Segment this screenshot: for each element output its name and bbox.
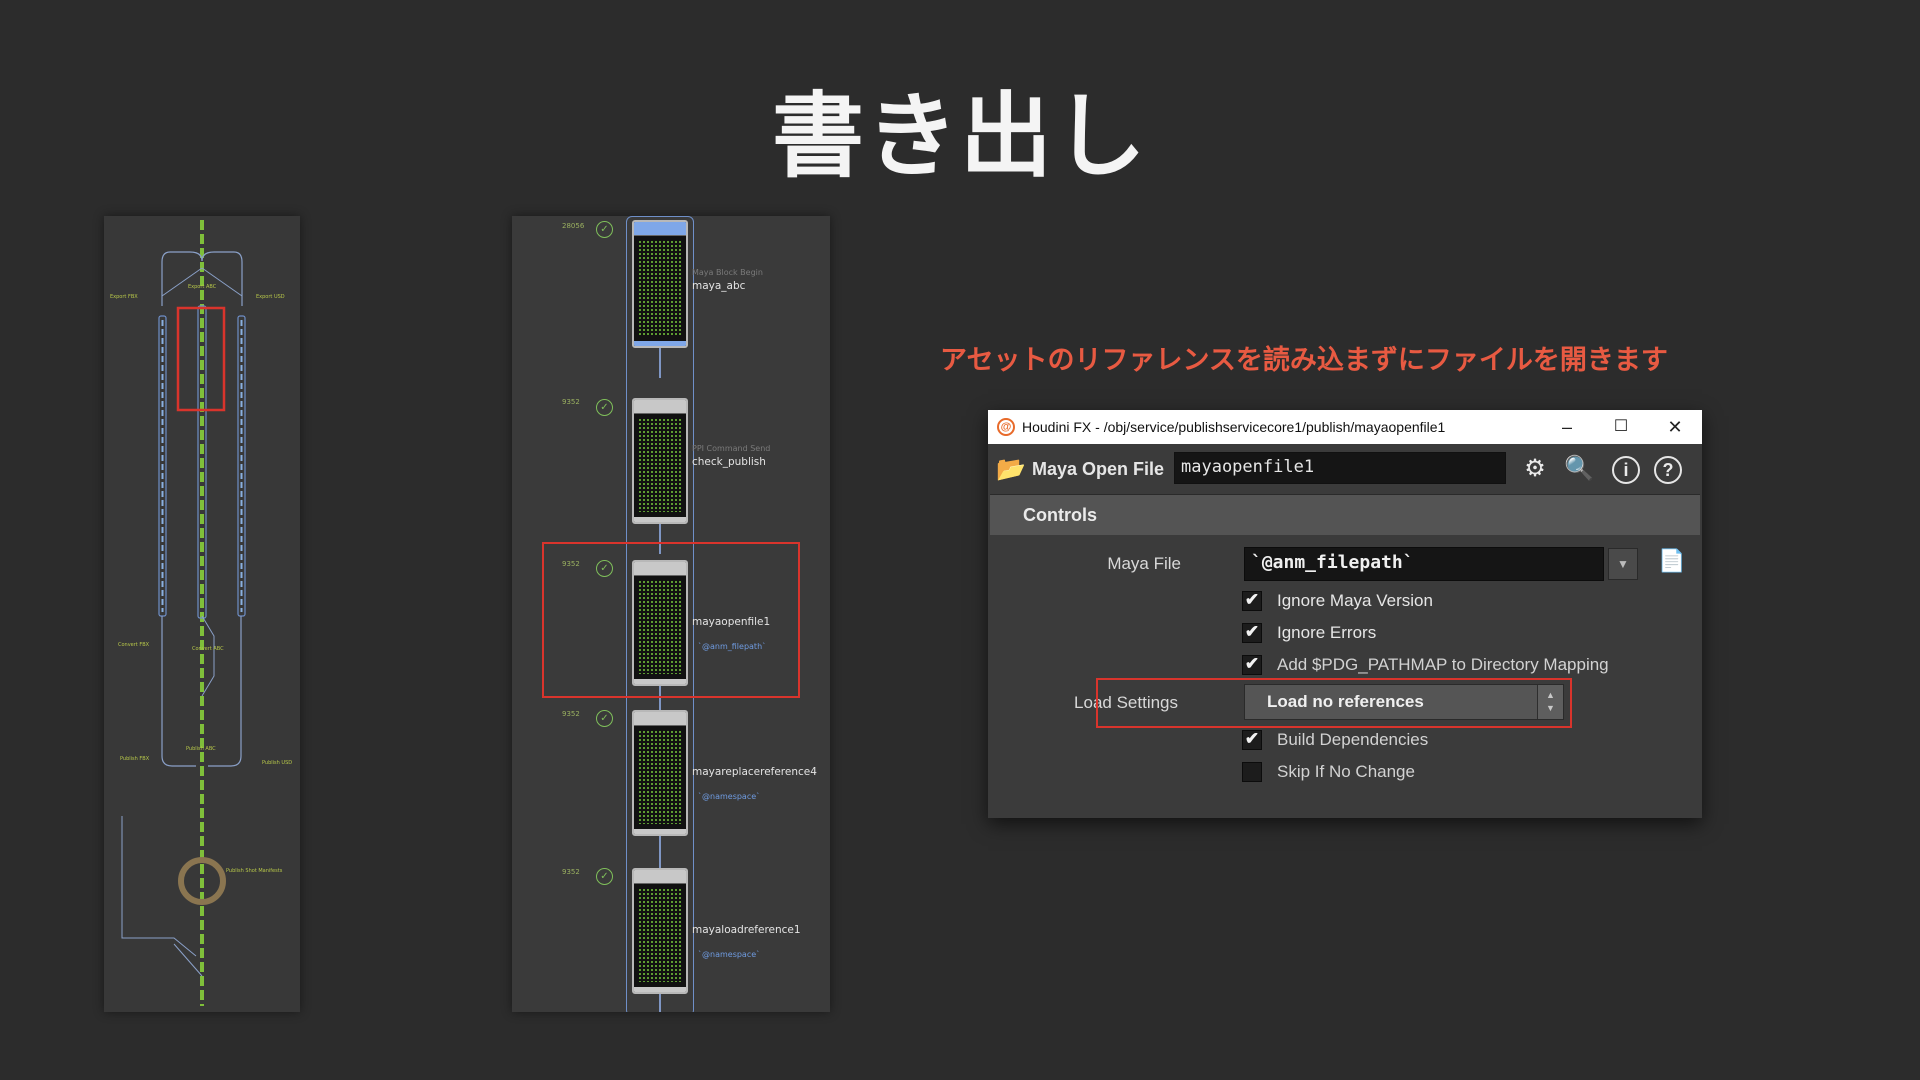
overview-branch-right — [201, 251, 243, 306]
houdini-app-icon: @ — [997, 418, 1015, 436]
node-name-label: maya_abc — [692, 280, 746, 292]
network-overview: Export FBX Export ABC Export USD Convert… — [104, 216, 300, 1012]
node-type-label: PPI Command Send — [692, 444, 771, 453]
checkbox-label: Skip If No Change — [1277, 762, 1415, 781]
overview-label-convert-abc: Convert ABC — [192, 646, 224, 652]
node-wire — [659, 348, 661, 378]
overview-label-publish-usd: Publish USD — [262, 760, 293, 766]
open-folder-icon: 📂 — [996, 455, 1026, 483]
node-check-publish[interactable] — [632, 398, 688, 524]
close-button[interactable]: ✕ — [1648, 410, 1702, 444]
overview-label-publish-shot-manifests: Publish Shot Manifests — [226, 868, 283, 874]
controls-section-header[interactable]: Controls — [990, 494, 1700, 535]
checkbox-label: Ignore Maya Version — [1277, 591, 1433, 610]
file-chooser-icon[interactable]: 📄 — [1658, 548, 1685, 578]
checkbox-build-dependencies[interactable]: ✔ Build Dependencies — [1242, 730, 1428, 750]
maya-file-label: Maya File — [1107, 554, 1181, 573]
checkbox-ignore-maya-version-box[interactable]: ✔ — [1242, 591, 1262, 611]
maya-file-menu-button[interactable]: ▼ — [1608, 548, 1638, 580]
node-chain-view: 28056 ✓ Maya Block Begin maya_abc 9352 ✓… — [512, 216, 830, 1012]
node-expression-label: `@namespace` — [698, 950, 761, 959]
node-work-item-count: 9352 — [562, 868, 580, 876]
parameter-toolbar: 📂 Maya Open File mayaopenfile1 ⚙ 🔍 i ? — [988, 444, 1702, 494]
overview-label-convert-fbx: Convert FBX — [118, 642, 150, 648]
node-mayareplacereference4[interactable] — [632, 710, 688, 836]
node-work-item-count: 9352 — [562, 398, 580, 406]
node-name-label: mayaloadreference1 — [692, 924, 801, 936]
node-work-item-count: 9352 — [562, 710, 580, 718]
node-cooked-check-icon: ✓ — [596, 868, 613, 885]
node-maya-abc[interactable] — [632, 220, 688, 348]
node-type-label: Maya Open File — [1032, 458, 1165, 479]
overview-label-export-usd: Export USD — [256, 294, 285, 300]
maximize-button[interactable]: ☐ — [1594, 410, 1648, 444]
checkbox-build-dependencies-box[interactable]: ✔ — [1242, 730, 1262, 750]
checkbox-pdg-pathmap-box[interactable]: ✔ — [1242, 655, 1262, 675]
node-cooked-check-icon: ✓ — [596, 710, 613, 727]
node-expression-label: `@namespace` — [698, 792, 761, 801]
overview-label-publish-fbx: Publish FBX — [120, 756, 150, 762]
overview-branch-left — [161, 251, 203, 306]
checkbox-label: Build Dependencies — [1277, 730, 1429, 749]
overview-label-export-abc: Export ABC — [188, 284, 217, 290]
network-overview-graph — [121, 220, 246, 1006]
checkbox-ignore-errors-box[interactable]: ✔ — [1242, 623, 1262, 643]
gear-icon[interactable]: ⚙ — [1520, 454, 1550, 484]
window-titlebar[interactable]: @ Houdini FX - /obj/service/publishservi… — [988, 410, 1702, 444]
slide-caption: アセットのリファレンスを読み込まずにファイルを開きます — [940, 345, 1668, 376]
checkbox-skip-if-no-change[interactable]: Skip If No Change — [1242, 762, 1415, 782]
node-wire — [659, 994, 661, 1012]
info-icon[interactable]: i — [1612, 456, 1640, 484]
node-name-label: mayareplacereference4 — [692, 766, 817, 778]
checkbox-pdg-pathmap[interactable]: ✔ Add $PDG_PATHMAP to Directory Mapping — [1242, 655, 1609, 675]
search-icon[interactable]: 🔍 — [1564, 454, 1594, 484]
minimize-button[interactable]: – — [1540, 410, 1594, 444]
node-name-input[interactable]: mayaopenfile1 — [1174, 452, 1506, 484]
checkbox-ignore-errors[interactable]: ✔ Ignore Errors — [1242, 623, 1376, 643]
node-work-item-count: 28056 — [562, 222, 585, 230]
help-icon[interactable]: ? — [1654, 456, 1682, 484]
node-cooked-check-icon: ✓ — [596, 221, 613, 238]
chain-highlight-box — [542, 542, 800, 698]
node-type-label: Maya Block Begin — [692, 268, 763, 277]
checkbox-label: Ignore Errors — [1277, 623, 1377, 642]
maya-file-field[interactable]: `@anm_filepath` — [1244, 547, 1604, 581]
checkbox-ignore-maya-version[interactable]: ✔ Ignore Maya Version — [1242, 591, 1433, 611]
checkbox-skip-if-no-change-box[interactable] — [1242, 762, 1262, 782]
parameter-window: @ Houdini FX - /obj/service/publishservi… — [988, 410, 1702, 818]
window-title: Houdini FX - /obj/service/publishservice… — [1022, 419, 1446, 435]
node-mayaloadreference1[interactable] — [632, 868, 688, 994]
checkbox-label: Add $PDG_PATHMAP to Directory Mapping — [1277, 655, 1609, 674]
node-cooked-check-icon: ✓ — [596, 399, 613, 416]
slide-title: 書き出し — [771, 83, 1148, 190]
overview-label-publish-abc: Publish ABC — [186, 746, 216, 752]
node-name-label: check_publish — [692, 456, 766, 468]
load-settings-highlight-box — [1096, 678, 1572, 728]
overview-label-export-fbx: Export FBX — [110, 294, 138, 300]
